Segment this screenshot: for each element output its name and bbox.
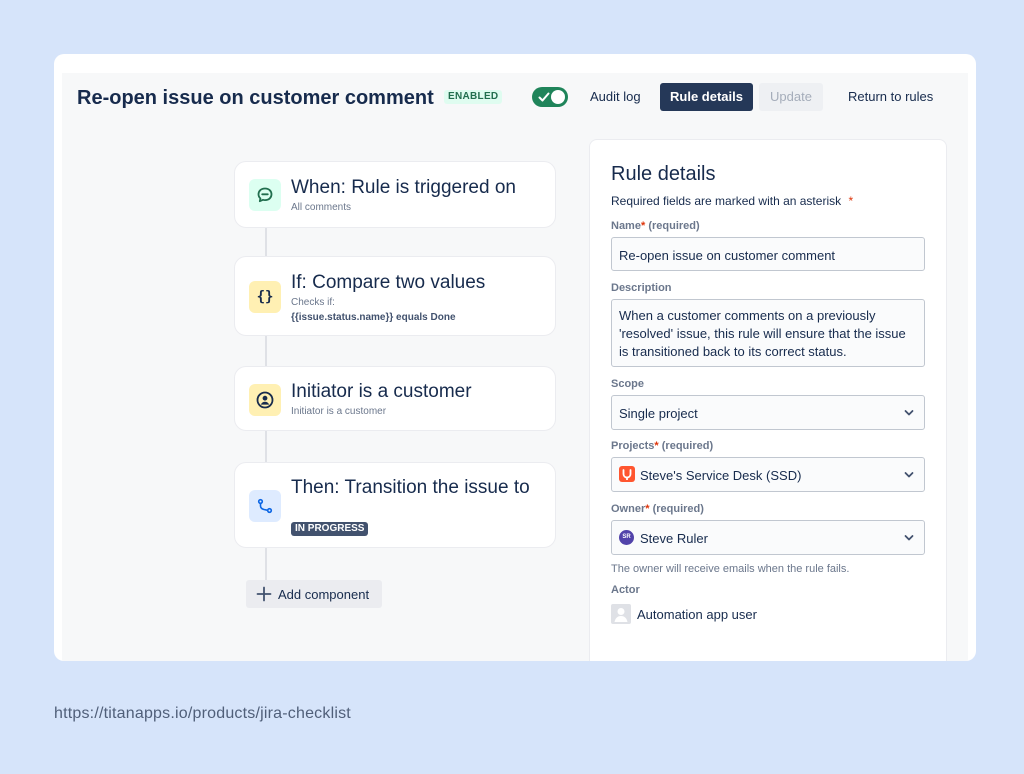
owner-label-text: Owner [611, 503, 646, 515]
required-note: Required fields are marked with an aster… [611, 194, 853, 208]
flow-connector [265, 336, 267, 366]
add-component-label: Add component [278, 587, 370, 602]
name-input-value: Re-open issue on customer comment [619, 248, 836, 263]
comment-icon [249, 179, 281, 211]
owner-avatar: SR [619, 530, 634, 545]
required-text: (required) [661, 440, 714, 452]
customer-icon [249, 384, 281, 416]
required-text: (required) [648, 220, 700, 232]
audit-log-button[interactable]: Audit log [580, 83, 651, 111]
description-label: Description [611, 282, 672, 294]
actor-label: Actor [611, 584, 640, 596]
screenshot-card: Re-open issue on customer comment ENABLE… [54, 54, 976, 661]
actor-avatar-icon [611, 604, 631, 624]
projects-label-text: Projects [611, 440, 655, 452]
flow-connector [265, 228, 267, 256]
toggle-knob [551, 90, 565, 104]
owner-select-value: Steve Ruler [640, 531, 708, 546]
chevron-down-icon [904, 535, 914, 541]
rule-title: Re-open issue on customer comment [77, 87, 434, 109]
transition-action-component[interactable]: Then: Transition the issue to IN PROGRES… [234, 462, 556, 548]
panel-title: Rule details [611, 163, 716, 185]
add-component-button[interactable]: Add component [246, 580, 382, 608]
required-asterisk: * [640, 220, 646, 232]
owner-label: Owner* (required) [611, 503, 704, 515]
rule-details-panel: Rule details Required fields are marked … [589, 139, 947, 661]
trigger-title: When: Rule is triggered on [291, 177, 516, 198]
trigger-component[interactable]: When: Rule is triggered on All comments [234, 161, 556, 228]
enabled-badge: ENABLED [444, 90, 503, 104]
rule-enabled-toggle[interactable] [532, 87, 568, 107]
status-lozenge: IN PROGRESS [291, 522, 369, 536]
customer-condition-title: Initiator is a customer [291, 381, 472, 402]
return-to-rules-button[interactable]: Return to rules [838, 83, 943, 111]
condition-subtitle: Checks if: [291, 297, 335, 308]
plus-icon [256, 586, 272, 602]
scope-label: Scope [611, 378, 645, 390]
actor-value: Automation app user [637, 607, 757, 622]
automation-rule-editor: Re-open issue on customer comment ENABLE… [62, 73, 968, 661]
required-asterisk: * [645, 503, 650, 515]
projects-label: Projects* (required) [611, 440, 713, 452]
projects-select[interactable]: Steve's Service Desk (SSD) [611, 457, 925, 492]
scope-select-value: Single project [619, 406, 698, 421]
chevron-down-icon [904, 472, 914, 478]
braces-icon: {} [249, 281, 281, 313]
name-label: Name* (required) [611, 220, 700, 232]
owner-select[interactable]: SR Steve Ruler [611, 520, 925, 555]
name-input[interactable]: Re-open issue on customer comment [611, 237, 925, 271]
description-textarea[interactable]: When a customer comments on a previously… [611, 299, 925, 367]
chevron-down-icon [904, 410, 914, 416]
flow-connector [265, 431, 267, 462]
owner-helper-text: The owner will receive emails when the r… [611, 563, 850, 575]
scope-select[interactable]: Single project [611, 395, 925, 430]
update-button[interactable]: Update [759, 83, 823, 111]
rule-details-button[interactable]: Rule details [660, 83, 753, 111]
source-url: https://titanapps.io/products/jira-check… [54, 705, 351, 722]
transition-action-title: Then: Transition the issue to [291, 477, 530, 498]
projects-select-value: Steve's Service Desk (SSD) [640, 468, 802, 483]
required-note-text: Required fields are marked with an aster… [611, 194, 842, 208]
condition-detail: {{issue.status.name}} equals Done [291, 312, 456, 323]
required-asterisk: * [848, 194, 854, 208]
transition-icon [249, 490, 281, 522]
customer-condition-component[interactable]: Initiator is a customer Initiator is a c… [234, 366, 556, 431]
condition-component[interactable]: {} If: Compare two values Checks if: {{i… [234, 256, 556, 336]
name-label-text: Name [611, 220, 641, 232]
flow-connector [265, 548, 267, 580]
trigger-subtitle: All comments [291, 202, 352, 213]
condition-title: If: Compare two values [291, 272, 486, 293]
service-desk-icon [619, 466, 635, 482]
required-asterisk: * [654, 440, 659, 452]
customer-condition-subtitle: Initiator is a customer [291, 406, 387, 417]
required-text: (required) [652, 503, 704, 515]
check-icon [538, 92, 550, 102]
